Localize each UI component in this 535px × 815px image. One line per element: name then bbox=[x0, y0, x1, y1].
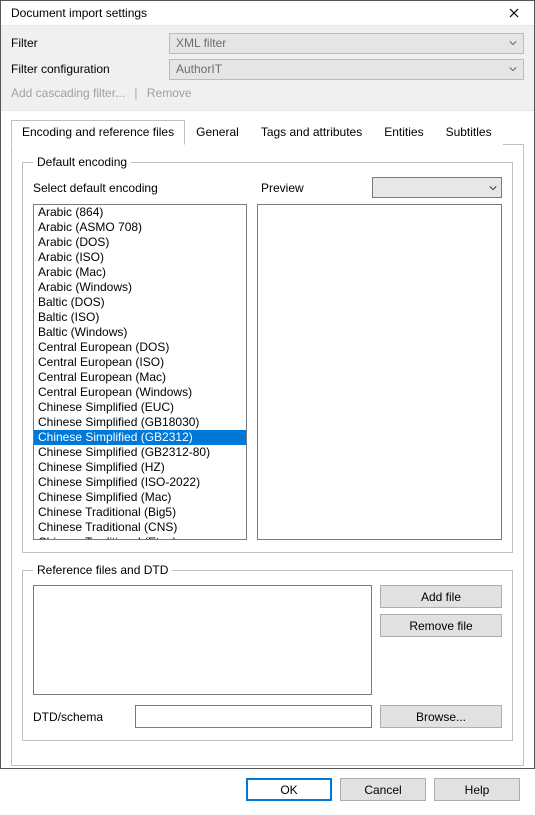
tab-encoding[interactable]: Encoding and reference files bbox=[11, 120, 185, 145]
encoding-item[interactable]: Arabic (DOS) bbox=[34, 235, 246, 250]
default-encoding-group: Default encoding Select default encoding… bbox=[22, 155, 513, 553]
encoding-item[interactable]: Chinese Traditional (Eten) bbox=[34, 535, 246, 540]
encoding-item[interactable]: Chinese Traditional (Big5) bbox=[34, 505, 246, 520]
encoding-header: Select default encoding Preview bbox=[33, 177, 502, 198]
encoding-item[interactable]: Baltic (DOS) bbox=[34, 295, 246, 310]
reference-body: Add file Remove file bbox=[33, 585, 502, 695]
close-button[interactable] bbox=[502, 1, 526, 25]
chevron-down-icon bbox=[509, 65, 517, 73]
encoding-item[interactable]: Arabic (ASMO 708) bbox=[34, 220, 246, 235]
filter-config-row: Filter configuration AuthorIT bbox=[11, 58, 524, 80]
encoding-item[interactable]: Central European (ISO) bbox=[34, 355, 246, 370]
encoding-item[interactable]: Arabic (Mac) bbox=[34, 265, 246, 280]
encoding-item[interactable]: Chinese Simplified (Mac) bbox=[34, 490, 246, 505]
browse-button[interactable]: Browse... bbox=[380, 705, 502, 728]
reference-buttons: Add file Remove file bbox=[380, 585, 502, 695]
encoding-item[interactable]: Arabic (Windows) bbox=[34, 280, 246, 295]
separator: | bbox=[134, 86, 137, 100]
encoding-item[interactable]: Chinese Simplified (GB2312) bbox=[34, 430, 246, 445]
help-button[interactable]: Help bbox=[434, 778, 520, 801]
filter-config-dropdown[interactable]: AuthorIT bbox=[169, 59, 524, 80]
reference-files-listbox[interactable] bbox=[33, 585, 372, 695]
encoding-listbox[interactable]: Arabic (864)Arabic (ASMO 708)Arabic (DOS… bbox=[33, 204, 247, 540]
cancel-button[interactable]: Cancel bbox=[340, 778, 426, 801]
dialog-window: Document import settings Filter XML filt… bbox=[0, 0, 535, 769]
filter-area: Filter XML filter Filter configuration A… bbox=[1, 25, 534, 111]
filter-value: XML filter bbox=[176, 36, 226, 50]
encoding-item[interactable]: Central European (Windows) bbox=[34, 385, 246, 400]
filter-config-label: Filter configuration bbox=[11, 62, 169, 76]
dialog-footer: OK Cancel Help bbox=[1, 766, 534, 815]
default-encoding-legend: Default encoding bbox=[33, 155, 131, 169]
add-cascading-filter-link[interactable]: Add cascading filter... bbox=[11, 86, 125, 100]
tab-subtitles[interactable]: Subtitles bbox=[435, 120, 503, 145]
encoding-body: Arabic (864)Arabic (ASMO 708)Arabic (DOS… bbox=[33, 204, 502, 540]
encoding-item[interactable]: Arabic (864) bbox=[34, 205, 246, 220]
titlebar: Document import settings bbox=[1, 1, 534, 25]
reference-files-legend: Reference files and DTD bbox=[33, 563, 172, 577]
close-icon bbox=[509, 8, 519, 18]
filter-dropdown[interactable]: XML filter bbox=[169, 33, 524, 54]
window-title: Document import settings bbox=[11, 6, 147, 20]
chevron-down-icon bbox=[509, 39, 517, 47]
tab-panel: Default encoding Select default encoding… bbox=[11, 145, 524, 766]
encoding-item[interactable]: Arabic (ISO) bbox=[34, 250, 246, 265]
preview-file-dropdown[interactable] bbox=[372, 177, 502, 198]
encoding-item[interactable]: Chinese Simplified (EUC) bbox=[34, 400, 246, 415]
encoding-item[interactable]: Baltic (ISO) bbox=[34, 310, 246, 325]
dtd-schema-input[interactable] bbox=[135, 705, 372, 728]
encoding-item[interactable]: Chinese Traditional (CNS) bbox=[34, 520, 246, 535]
ok-button[interactable]: OK bbox=[246, 778, 332, 801]
filter-config-value: AuthorIT bbox=[176, 62, 222, 76]
select-encoding-label: Select default encoding bbox=[33, 181, 257, 195]
tab-tags[interactable]: Tags and attributes bbox=[250, 120, 373, 145]
tab-container: Encoding and reference files General Tag… bbox=[1, 111, 534, 766]
encoding-item[interactable]: Chinese Simplified (ISO-2022) bbox=[34, 475, 246, 490]
reference-files-group: Reference files and DTD Add file Remove … bbox=[22, 563, 513, 741]
dtd-schema-label: DTD/schema bbox=[33, 710, 127, 724]
tabs: Encoding and reference files General Tag… bbox=[11, 119, 524, 145]
dtd-row: DTD/schema Browse... bbox=[33, 705, 502, 728]
encoding-item[interactable]: Central European (DOS) bbox=[34, 340, 246, 355]
tab-entities[interactable]: Entities bbox=[373, 120, 434, 145]
remove-file-button[interactable]: Remove file bbox=[380, 614, 502, 637]
chevron-down-icon bbox=[489, 184, 497, 192]
encoding-item[interactable]: Baltic (Windows) bbox=[34, 325, 246, 340]
remove-filter-link[interactable]: Remove bbox=[147, 86, 192, 100]
tab-general[interactable]: General bbox=[185, 120, 250, 145]
encoding-item[interactable]: Chinese Simplified (GB2312-80) bbox=[34, 445, 246, 460]
encoding-item[interactable]: Chinese Simplified (GB18030) bbox=[34, 415, 246, 430]
preview-pane[interactable] bbox=[257, 204, 502, 540]
filter-label: Filter bbox=[11, 36, 169, 50]
add-file-button[interactable]: Add file bbox=[380, 585, 502, 608]
filter-links: Add cascading filter... | Remove bbox=[11, 86, 524, 100]
preview-label: Preview bbox=[257, 181, 372, 195]
filter-row: Filter XML filter bbox=[11, 32, 524, 54]
encoding-item[interactable]: Chinese Simplified (HZ) bbox=[34, 460, 246, 475]
encoding-item[interactable]: Central European (Mac) bbox=[34, 370, 246, 385]
